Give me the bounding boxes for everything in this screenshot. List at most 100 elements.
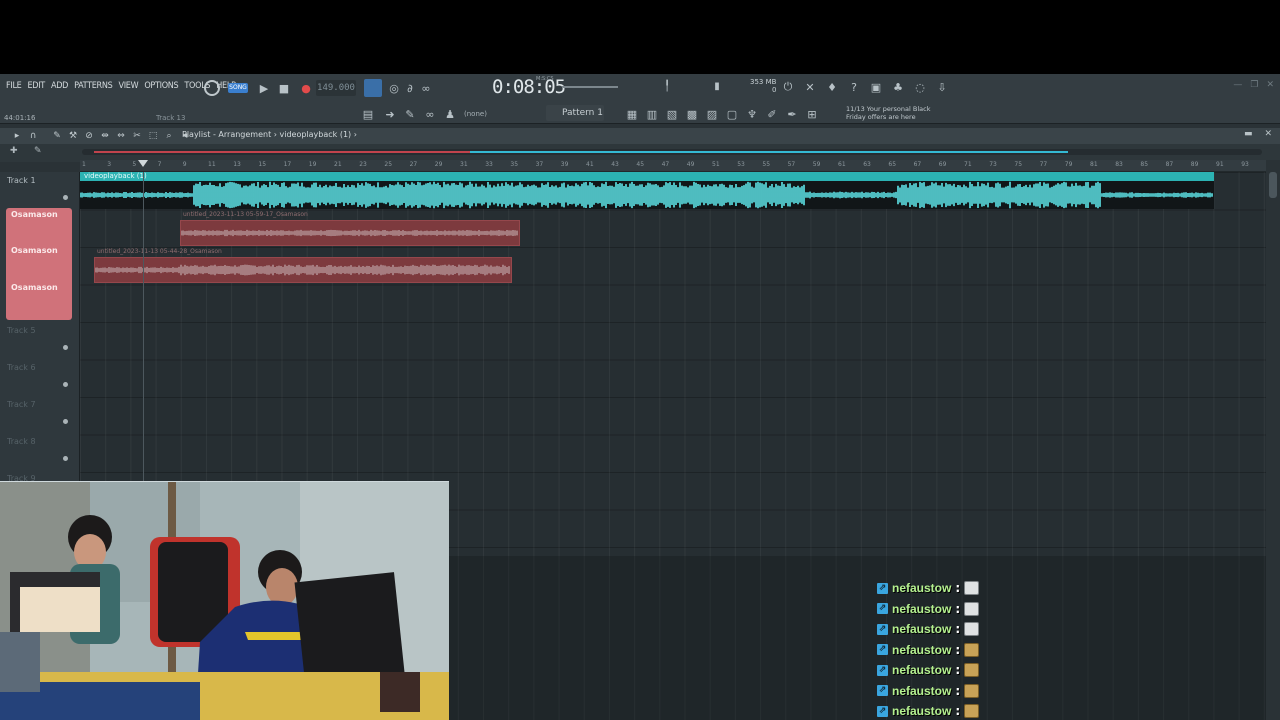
track-name: Osamason bbox=[11, 283, 58, 292]
microphone-icon[interactable]: ♦ bbox=[824, 79, 840, 95]
ruler-bar-label: 7 bbox=[157, 161, 162, 168]
mute-tool-icon[interactable]: ⇹ bbox=[98, 129, 112, 143]
record-icon[interactable]: ● bbox=[298, 80, 314, 96]
track-header-6[interactable]: Track 6 bbox=[0, 359, 80, 396]
arrow-icon[interactable]: ➜ bbox=[382, 106, 398, 122]
help-icon[interactable]: ? bbox=[846, 79, 862, 95]
vertical-scroll-thumb[interactable] bbox=[1269, 172, 1277, 198]
chat-username: nefaustow bbox=[892, 601, 952, 616]
ruler-bar-label: 81 bbox=[1090, 161, 1098, 168]
minimize-icon[interactable]: — bbox=[1233, 80, 1242, 90]
playlist-tools: ▸ ∩ ✎ ⚒ ⊘ ⇹ ⇔ ✂ ⬚ ⌕ ◂ bbox=[10, 129, 192, 143]
wait-for-input-icon[interactable]: ◎ bbox=[386, 80, 402, 96]
track-active-dot[interactable] bbox=[63, 456, 68, 461]
draw-tool-icon[interactable]: ✎ bbox=[50, 129, 64, 143]
snap-selector[interactable]: (none) bbox=[464, 110, 487, 118]
audio-clip-videoplayback[interactable]: videoplayback (1) bbox=[80, 172, 1214, 209]
menu-add[interactable]: ADD bbox=[51, 81, 68, 91]
clip-waveform bbox=[95, 264, 510, 276]
maximize-icon[interactable]: ❐ bbox=[1250, 80, 1258, 90]
track-header-8[interactable]: Track 8 bbox=[0, 433, 80, 470]
master-volume-slider[interactable] bbox=[562, 86, 618, 88]
countdown-icon[interactable]: ∂ bbox=[402, 80, 418, 96]
browser-icon[interactable]: ▨ bbox=[704, 106, 720, 122]
loop-record-icon[interactable]: ∞ bbox=[418, 80, 434, 96]
clip-title: untitled_2023-11-13 05-44-28_Osamason bbox=[97, 248, 222, 255]
track-active-dot[interactable] bbox=[63, 195, 68, 200]
master-pitch-icon[interactable]: ╿ bbox=[660, 79, 674, 93]
typing-keyboard-icon[interactable] bbox=[364, 79, 382, 97]
hint-readout: 44:01:16 bbox=[4, 114, 36, 122]
delete-tool-icon[interactable]: ⊘ bbox=[82, 129, 96, 143]
news-panel[interactable]: 11/13 Your personal Black Friday offers … bbox=[846, 105, 930, 121]
keyboard-icon[interactable]: ▤ bbox=[360, 106, 376, 122]
clipboard-icon[interactable]: ▢ bbox=[724, 106, 740, 122]
menu-edit[interactable]: EDIT bbox=[27, 81, 45, 91]
select-tool-icon[interactable]: ⬚ bbox=[146, 129, 160, 143]
slip-tool-icon[interactable]: ⇔ bbox=[114, 129, 128, 143]
link-icon[interactable]: ∞ bbox=[422, 106, 438, 122]
close-icon[interactable]: ✕ bbox=[1266, 80, 1274, 90]
track-header-5[interactable]: Track 5 bbox=[0, 322, 80, 359]
chat-username: nefaustow bbox=[892, 622, 952, 637]
chat-separator: : bbox=[955, 581, 961, 596]
playlist-icon[interactable]: ▦ bbox=[624, 106, 640, 122]
stop-icon[interactable]: ■ bbox=[276, 80, 292, 96]
song-mode-button[interactable]: SONG bbox=[228, 83, 248, 93]
pattern-selector[interactable]: Pattern 1 bbox=[546, 105, 604, 121]
piano-roll-icon[interactable]: ▥ bbox=[644, 106, 660, 122]
channel-rack-icon[interactable]: ▧ bbox=[664, 106, 680, 122]
ruler-bar-label: 89 bbox=[1190, 161, 1199, 168]
save-icon[interactable]: ▣ bbox=[868, 79, 884, 95]
timeline-ruler[interactable]: 1 3 5 7 9 11 13 15 17 19 21 23 25 27 29 31 33 35 37 39 41 43 4… bbox=[80, 160, 1266, 172]
stamp-icon[interactable]: ♟ bbox=[442, 106, 458, 122]
letterbox-top bbox=[0, 0, 1280, 74]
audio-clip-untitled-2[interactable]: untitled_2023-11-13 05-44-28_Osamason bbox=[94, 248, 512, 283]
chat-separator: : bbox=[955, 642, 961, 657]
menu-patterns[interactable]: PATTERNS bbox=[74, 81, 113, 91]
playlist-close-icon[interactable]: ✕ bbox=[1264, 129, 1272, 139]
vertical-scrollbar[interactable] bbox=[1266, 160, 1280, 720]
track-active-dot[interactable] bbox=[63, 345, 68, 350]
paint-tool-icon[interactable]: ⚒ bbox=[66, 129, 80, 143]
chat-icon[interactable]: ◌ bbox=[912, 79, 928, 95]
power-icon[interactable]: ⏻ bbox=[780, 79, 796, 95]
platform-badge-icon: ⇗ bbox=[877, 582, 888, 594]
zoom-tool-icon[interactable]: ⌕ bbox=[162, 129, 176, 143]
track-header-7[interactable]: Track 7 bbox=[0, 396, 80, 433]
mixer-icon[interactable]: ▩ bbox=[684, 106, 700, 122]
time-display[interactable]: 0:08:05 bbox=[492, 76, 566, 98]
add-track-icon[interactable]: ✚ bbox=[10, 146, 18, 156]
marker-icon[interactable]: ✒ bbox=[784, 106, 800, 122]
slice-tool-icon[interactable]: ✂ bbox=[130, 129, 144, 143]
news-line-2: Friday offers are here bbox=[846, 113, 916, 121]
pencil-icon[interactable]: ✎ bbox=[402, 106, 418, 122]
audio-clip-untitled-1[interactable]: untitled_2023-11-13 05-59-17_Osamason bbox=[180, 211, 520, 246]
pen-icon[interactable]: ✐ bbox=[764, 106, 780, 122]
metronome-dial-icon[interactable] bbox=[204, 80, 220, 96]
grid-icon[interactable]: ⊞ bbox=[804, 106, 820, 122]
cpu-icon: ▮ bbox=[714, 80, 720, 92]
panic-icon[interactable]: ✕ bbox=[802, 79, 818, 95]
menu-options[interactable]: OPTIONS bbox=[144, 81, 178, 91]
menu-view[interactable]: VIEW bbox=[118, 81, 138, 91]
track-active-dot[interactable] bbox=[63, 382, 68, 387]
chat-emote-icon bbox=[964, 601, 980, 616]
play-icon[interactable]: ▶ bbox=[256, 80, 272, 96]
ruler-bar-label: 3 bbox=[107, 161, 112, 168]
plugin-icon[interactable]: ♣ bbox=[890, 79, 906, 95]
menu-file[interactable]: FILE bbox=[6, 81, 22, 91]
pin-icon[interactable]: ✎ bbox=[34, 146, 42, 156]
playhead-marker[interactable] bbox=[138, 160, 148, 167]
track-active-dot[interactable] bbox=[63, 419, 68, 424]
magnet-icon[interactable]: ∩ bbox=[26, 129, 40, 143]
download-icon[interactable]: ⇩ bbox=[934, 79, 950, 95]
track-name: Osamason bbox=[11, 210, 58, 219]
track-group-osamason[interactable]: Osamason Osamason Osamason bbox=[6, 208, 72, 320]
playlist-menu-icon[interactable]: ▸ bbox=[10, 129, 24, 143]
plug-icon[interactable]: ♆ bbox=[744, 106, 760, 122]
playlist-maximize-icon[interactable]: ▬ bbox=[1244, 129, 1253, 139]
ruler-bar-label: 73 bbox=[989, 161, 997, 168]
track-header-1[interactable]: Track 1 bbox=[0, 172, 80, 209]
tempo-display[interactable]: 149.000 bbox=[316, 80, 356, 96]
